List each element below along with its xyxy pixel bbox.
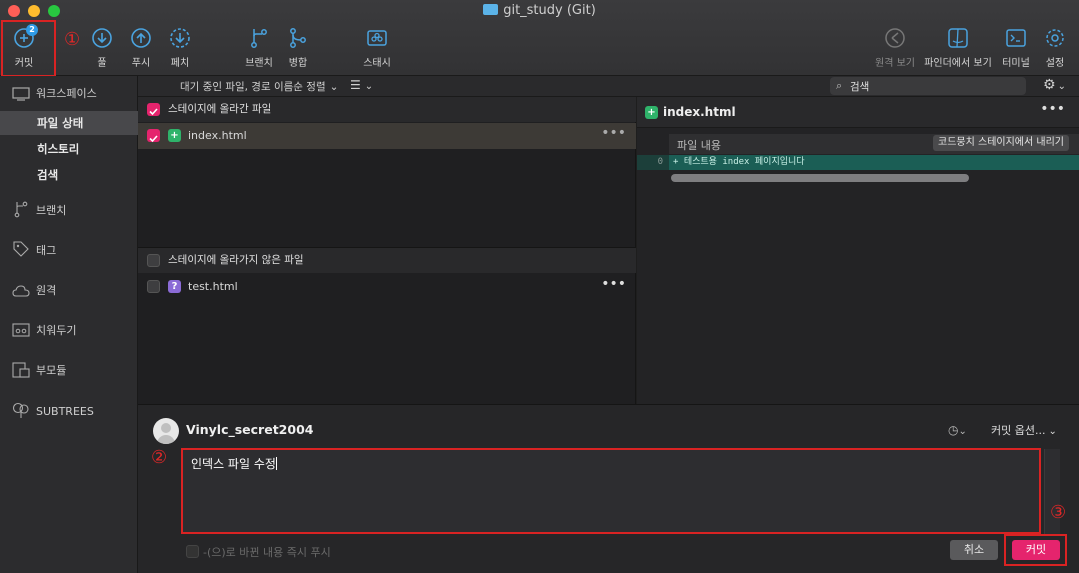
- file-name: index.html: [188, 129, 247, 142]
- chevron-down-icon: ⌄: [958, 426, 967, 437]
- stash-icon: [367, 30, 387, 46]
- more-options-icon[interactable]: •••: [601, 271, 626, 297]
- author-name: Vinylc_secret2004: [186, 422, 314, 437]
- search-icon: ⌕: [836, 79, 843, 92]
- line-number: 0: [637, 155, 669, 170]
- merge-icon: [290, 28, 306, 48]
- diff-file-name: index.html: [663, 105, 736, 119]
- stage-all-checkbox[interactable]: [147, 103, 160, 116]
- text-cursor: [275, 457, 277, 470]
- commit-options-dropdown[interactable]: 커밋 옵션... ⌄: [991, 422, 1057, 438]
- file-checkbox[interactable]: [147, 129, 160, 143]
- hunk-label: 파일 내용: [677, 139, 721, 152]
- added-file-icon: +: [168, 129, 181, 142]
- sidebar-item-subtrees[interactable]: SUBTREES: [0, 400, 138, 424]
- sidebar-item-search[interactable]: 검색: [0, 163, 138, 187]
- branch-icon: [251, 29, 267, 48]
- commit-message-input[interactable]: 인덱스 파일 수정: [181, 448, 1041, 534]
- list-icon: ☰: [350, 78, 361, 92]
- sidebar-item-branches[interactable]: 브랜치: [0, 199, 138, 223]
- submodule-icon: [12, 362, 30, 378]
- window-title: git_study (Git): [0, 3, 1079, 18]
- added-file-icon: +: [645, 106, 658, 119]
- chevron-down-icon: ⌄: [1048, 426, 1057, 437]
- commit-message-text: 인덱스 파일 수정: [191, 457, 276, 471]
- sort-dropdown[interactable]: 대기 중인 파일, 경로 이름순 정렬 ⌄: [180, 79, 338, 94]
- tree-icon: [12, 402, 29, 418]
- fetch-toolbar-button[interactable]: 페치: [152, 26, 208, 69]
- list-settings-button[interactable]: ⚙ ⌄: [1043, 77, 1066, 93]
- sidebar-item-workspace[interactable]: 워크스페이스: [0, 82, 138, 106]
- sidebar-item-submodules[interactable]: 부모듈: [0, 359, 138, 383]
- terminal-icon: [1006, 29, 1026, 47]
- unstage-hunk-button[interactable]: 코드뭉치 스테이지에서 내리기: [933, 135, 1069, 151]
- commit-panel: Vinylc_secret2004 ◷⌄ 커밋 옵션... ⌄ ② 인덱스 파일 …: [138, 404, 1079, 573]
- push-immediately-option[interactable]: -(으)로 바뀐 내용 즉시 푸시: [186, 544, 331, 560]
- file-list-toolbar: 대기 중인 파일, 경로 이름순 정렬 ⌄ ☰ ⌄ ⌕ 검색 ⚙ ⌄: [138, 76, 1079, 97]
- search-input[interactable]: ⌕ 검색: [830, 77, 1026, 95]
- history-dropdown[interactable]: ◷⌄: [948, 423, 967, 437]
- pull-icon: [92, 28, 112, 48]
- fetch-icon: [170, 28, 190, 48]
- chevron-down-icon: ⌄: [1057, 81, 1066, 92]
- more-options-icon[interactable]: •••: [1040, 101, 1065, 117]
- staged-files-header: 스테이지에 올라간 파일: [138, 97, 636, 122]
- file-checkbox[interactable]: [147, 280, 160, 293]
- monitor-icon: [12, 87, 30, 101]
- view-mode-dropdown[interactable]: ☰ ⌄: [350, 78, 373, 92]
- sidebar-item-remotes[interactable]: 원격: [0, 279, 138, 303]
- remote-icon: [885, 28, 905, 48]
- merge-toolbar-button[interactable]: 병합: [270, 26, 326, 69]
- stash-toolbar-button[interactable]: 스태시: [349, 26, 405, 69]
- staged-file-row[interactable]: + index.html •••: [138, 123, 636, 149]
- tag-icon: [13, 241, 29, 257]
- sidebar: 워크스페이스 파일 상태 히스토리 검색 브랜치 태그 원격 치워두기 부모듈 …: [0, 76, 138, 573]
- stash-icon: [12, 323, 30, 337]
- sidebar-item-file-status[interactable]: 파일 상태: [0, 111, 138, 135]
- sidebar-item-history[interactable]: 히스토리: [0, 137, 138, 161]
- folder-icon: [483, 4, 499, 15]
- finder-toolbar-button[interactable]: 파인더에서 보기: [922, 26, 994, 69]
- more-options-icon[interactable]: •••: [601, 120, 626, 146]
- commit-count-badge: 2: [26, 24, 38, 36]
- search-input-placeholder: 검색: [850, 81, 870, 93]
- chevron-down-icon: ⌄: [364, 81, 374, 92]
- gear-icon: [1046, 29, 1064, 47]
- sidebar-item-stashes[interactable]: 치워두기: [0, 319, 138, 343]
- diff-header: + index.html •••: [637, 97, 1079, 128]
- annotation-marker-2: ②: [151, 447, 168, 468]
- finder-icon: [948, 28, 968, 48]
- branch-icon: [14, 201, 28, 218]
- gear-icon: ⚙: [1043, 77, 1056, 93]
- untracked-file-icon: ?: [168, 280, 181, 293]
- push-immediately-checkbox[interactable]: [186, 545, 199, 558]
- sidebar-item-tags[interactable]: 태그: [0, 239, 138, 263]
- push-icon: [131, 28, 151, 48]
- settings-toolbar-button[interactable]: 설정: [1027, 26, 1079, 69]
- added-line: + 테스트용 index 페이지입니다: [669, 155, 1079, 170]
- chevron-down-icon: ⌄: [329, 81, 339, 93]
- annotation-marker-3: ③: [1050, 502, 1067, 523]
- cancel-button[interactable]: 취소: [950, 540, 998, 560]
- stage-all-unstaged-checkbox[interactable]: [147, 254, 160, 267]
- unstaged-files-header: 스테이지에 올라가지 않은 파일: [138, 248, 636, 273]
- commit-button[interactable]: 커밋: [1012, 540, 1060, 560]
- diff-panel: + index.html ••• 파일 내용 코드뭉치 스테이지에서 내리기 0…: [637, 97, 1079, 404]
- file-name: test.html: [188, 280, 238, 293]
- file-list-panel: 스테이지에 올라간 파일 + index.html ••• 스테이지에 올라가지…: [138, 97, 636, 404]
- clock-icon: ◷: [948, 423, 959, 437]
- remote-toolbar-button[interactable]: 원격 보기: [867, 26, 923, 69]
- toolbar: git_study (Git) 커밋 2 ① 풀 푸시 페치 브랜치 병합 스태…: [0, 0, 1079, 77]
- avatar: [153, 418, 179, 444]
- unstaged-file-row[interactable]: ? test.html •••: [138, 274, 636, 300]
- cloud-icon: [12, 285, 30, 297]
- horizontal-scrollbar[interactable]: [671, 174, 969, 182]
